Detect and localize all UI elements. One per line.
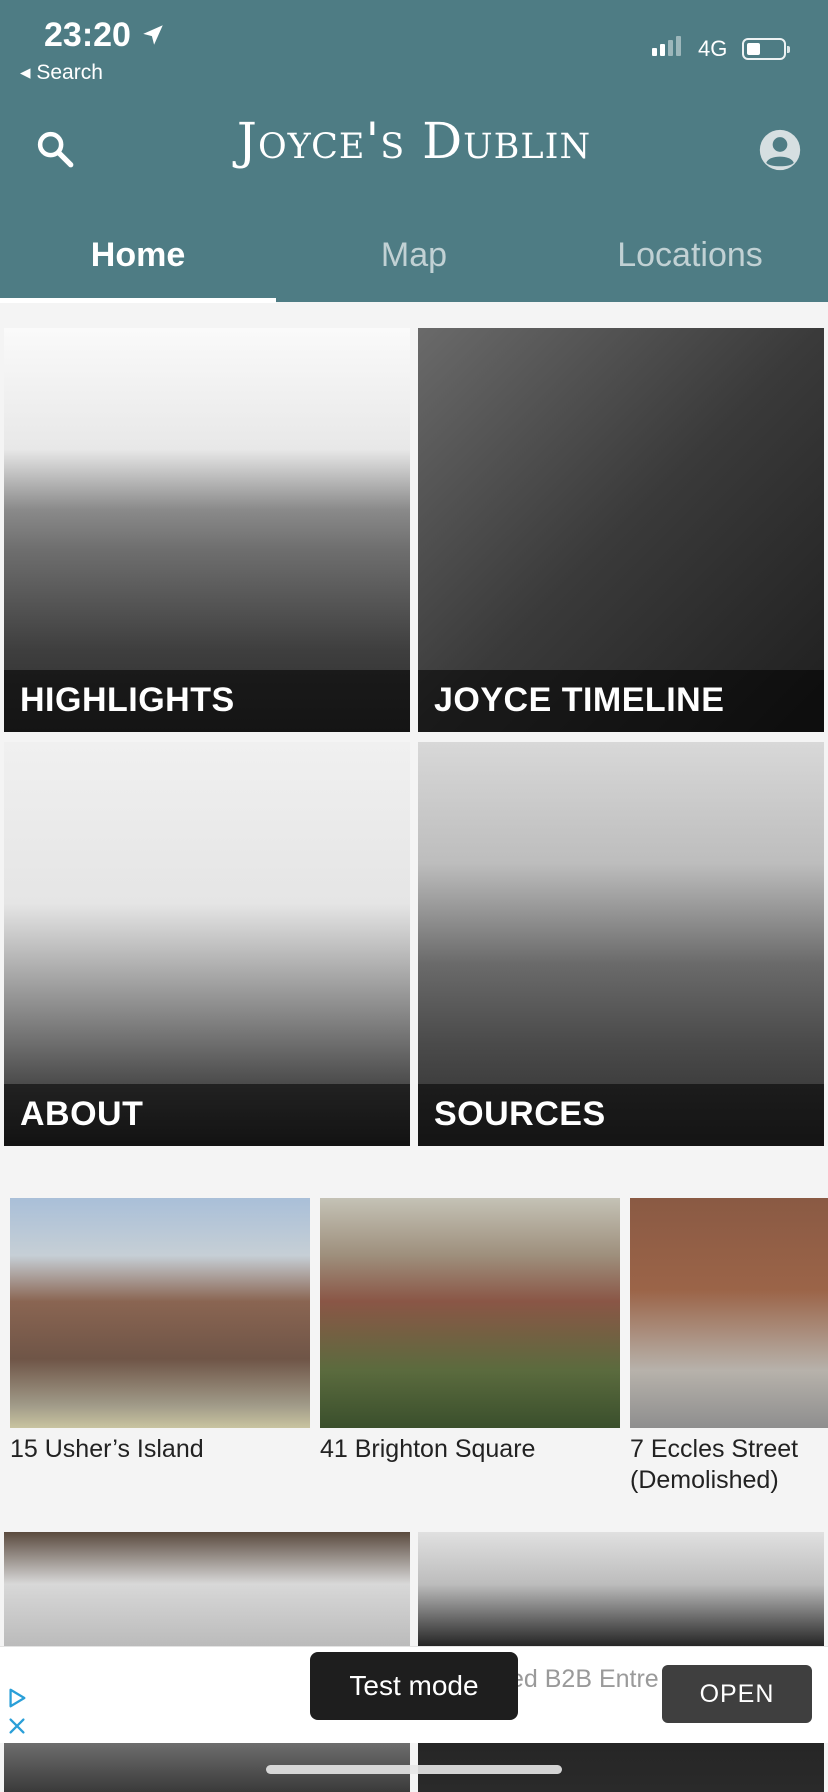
status-time: 23:20 bbox=[44, 16, 131, 54]
joyce-timeline-label: JOYCE TIMELINE bbox=[434, 681, 725, 719]
test-mode-badge: Test mode bbox=[310, 1652, 518, 1720]
tab-home[interactable]: Home bbox=[0, 220, 276, 302]
location-card[interactable]: 15 Usher’s Island bbox=[10, 1198, 310, 1465]
location-card[interactable]: 41 Brighton Square bbox=[320, 1198, 620, 1465]
joyce-timeline-tile[interactable]: JOYCE TIMELINE bbox=[418, 328, 824, 732]
sources-label: SOURCES bbox=[434, 1095, 606, 1133]
battery-icon bbox=[742, 38, 790, 60]
signal-strength-icon bbox=[652, 36, 681, 56]
location-photo bbox=[630, 1198, 828, 1428]
sources-tile[interactable]: SOURCES bbox=[418, 742, 824, 1146]
location-photo bbox=[320, 1198, 620, 1428]
back-to-search-link[interactable]: ◂ Search bbox=[20, 60, 103, 85]
home-indicator[interactable] bbox=[266, 1765, 562, 1774]
tab-locations[interactable]: Locations bbox=[552, 220, 828, 302]
active-tab-indicator bbox=[0, 298, 276, 303]
app-title: Joyce's Dublin bbox=[236, 112, 592, 170]
status-bar: 23:20 ◂ Search 4G bbox=[0, 0, 828, 90]
ad-text: ed B2B Entre 250'000 De bbox=[510, 1665, 670, 1693]
location-name: 7 Eccles Street (Demolished) bbox=[630, 1435, 799, 1494]
location-arrow-icon bbox=[143, 25, 163, 45]
tab-bar: Home Map Locations bbox=[0, 220, 828, 302]
location-name: 15 Usher’s Island bbox=[10, 1435, 204, 1463]
ad-open-button[interactable]: OPEN bbox=[662, 1665, 812, 1723]
close-icon[interactable] bbox=[6, 1715, 28, 1737]
ad-choices-icon[interactable] bbox=[6, 1687, 28, 1709]
tab-map[interactable]: Map bbox=[276, 220, 552, 302]
network-type: 4G bbox=[698, 36, 728, 61]
app-header: 23:20 ◂ Search 4G Joyce's Dublin Home Ma… bbox=[0, 0, 828, 303]
location-photo bbox=[10, 1198, 310, 1428]
location-name: 41 Brighton Square bbox=[320, 1435, 536, 1463]
location-card[interactable]: 7 Eccles Street (Demolished) bbox=[630, 1198, 828, 1496]
highlights-label: HIGHLIGHTS bbox=[20, 681, 235, 719]
account-icon[interactable] bbox=[758, 128, 802, 172]
highlights-tile[interactable]: HIGHLIGHTS bbox=[4, 328, 410, 732]
about-label: ABOUT bbox=[20, 1095, 144, 1133]
about-tile[interactable]: ABOUT bbox=[4, 742, 410, 1146]
